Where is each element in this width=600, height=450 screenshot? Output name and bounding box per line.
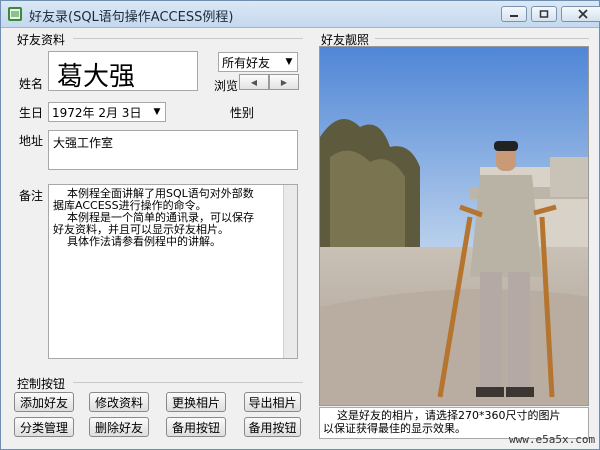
notes-label: 备注 (19, 189, 44, 203)
watermark: www.e5a5x.com (509, 433, 596, 446)
chevron-left-icon: ◀ (250, 77, 258, 87)
delete-friend-button[interactable]: 删除好友 (89, 417, 149, 437)
browse-label: 浏览 (214, 79, 239, 93)
minimize-button[interactable] (501, 6, 527, 22)
birthday-picker[interactable]: 1972年 2月 3日 ▼ (48, 102, 166, 122)
gender-label: 性别 (230, 106, 255, 120)
change-photo-button[interactable]: 更换相片 (166, 392, 226, 412)
photo-caption-line: 这是好友的相片，请选择270*360尺寸的图片 (323, 409, 561, 422)
edit-info-button[interactable]: 修改资料 (89, 392, 149, 412)
browse-prev-button[interactable]: ◀ (239, 74, 269, 90)
name-field[interactable]: 葛大强 (48, 51, 198, 92)
close-button[interactable] (561, 6, 600, 22)
spare-button-2[interactable]: 备用按钮 (244, 417, 301, 437)
notes-field[interactable]: 本例程全面讲解了用SQL语句对外部数 据库ACCESS进行操作的命令。 本例程是… (48, 184, 298, 359)
address-field[interactable]: 大强工作室 (48, 130, 298, 170)
photo-group-divider (375, 38, 589, 39)
category-manage-button[interactable]: 分类管理 (14, 417, 74, 437)
minimize-icon (510, 15, 518, 17)
friend-filter-select[interactable]: 所有好友 ▼ (218, 52, 298, 72)
friend-photo (319, 46, 589, 406)
maximize-button[interactable] (531, 6, 557, 22)
friend-photo-image (320, 47, 588, 405)
control-group-divider (73, 382, 303, 383)
birthday-value: 1972年 2月 3日 (52, 105, 142, 120)
friend-filter-value: 所有好友 (222, 55, 271, 70)
control-group-title: 控制按钮 (17, 377, 66, 391)
title-bar: 好友录(SQL语句操作ACCESS例程) (1, 1, 600, 28)
chevron-right-icon: ▶ (280, 77, 288, 87)
notes-scrollbar[interactable] (283, 185, 297, 358)
main-window: 好友录(SQL语句操作ACCESS例程) 好友资料 姓名 葛大强 所有好友 ▼ … (0, 0, 600, 450)
birthday-label: 生日 (19, 106, 44, 120)
name-label: 姓名 (19, 77, 44, 91)
app-icon (8, 7, 22, 21)
info-group-divider (73, 38, 303, 39)
export-photo-button[interactable]: 导出相片 (244, 392, 301, 412)
add-friend-button[interactable]: 添加好友 (14, 392, 74, 412)
chevron-down-icon: ▼ (285, 57, 293, 67)
chevron-down-icon: ▼ (153, 107, 161, 117)
maximize-icon (539, 10, 549, 18)
spare-button-1[interactable]: 备用按钮 (166, 417, 226, 437)
close-icon (578, 9, 588, 19)
notes-line: 具体作法请参看例程中的讲解。 (53, 235, 221, 248)
browse-next-button[interactable]: ▶ (269, 74, 299, 90)
address-label: 地址 (19, 134, 44, 148)
info-group-title: 好友资料 (17, 33, 66, 47)
window-title: 好友录(SQL语句操作ACCESS例程) (29, 10, 234, 25)
